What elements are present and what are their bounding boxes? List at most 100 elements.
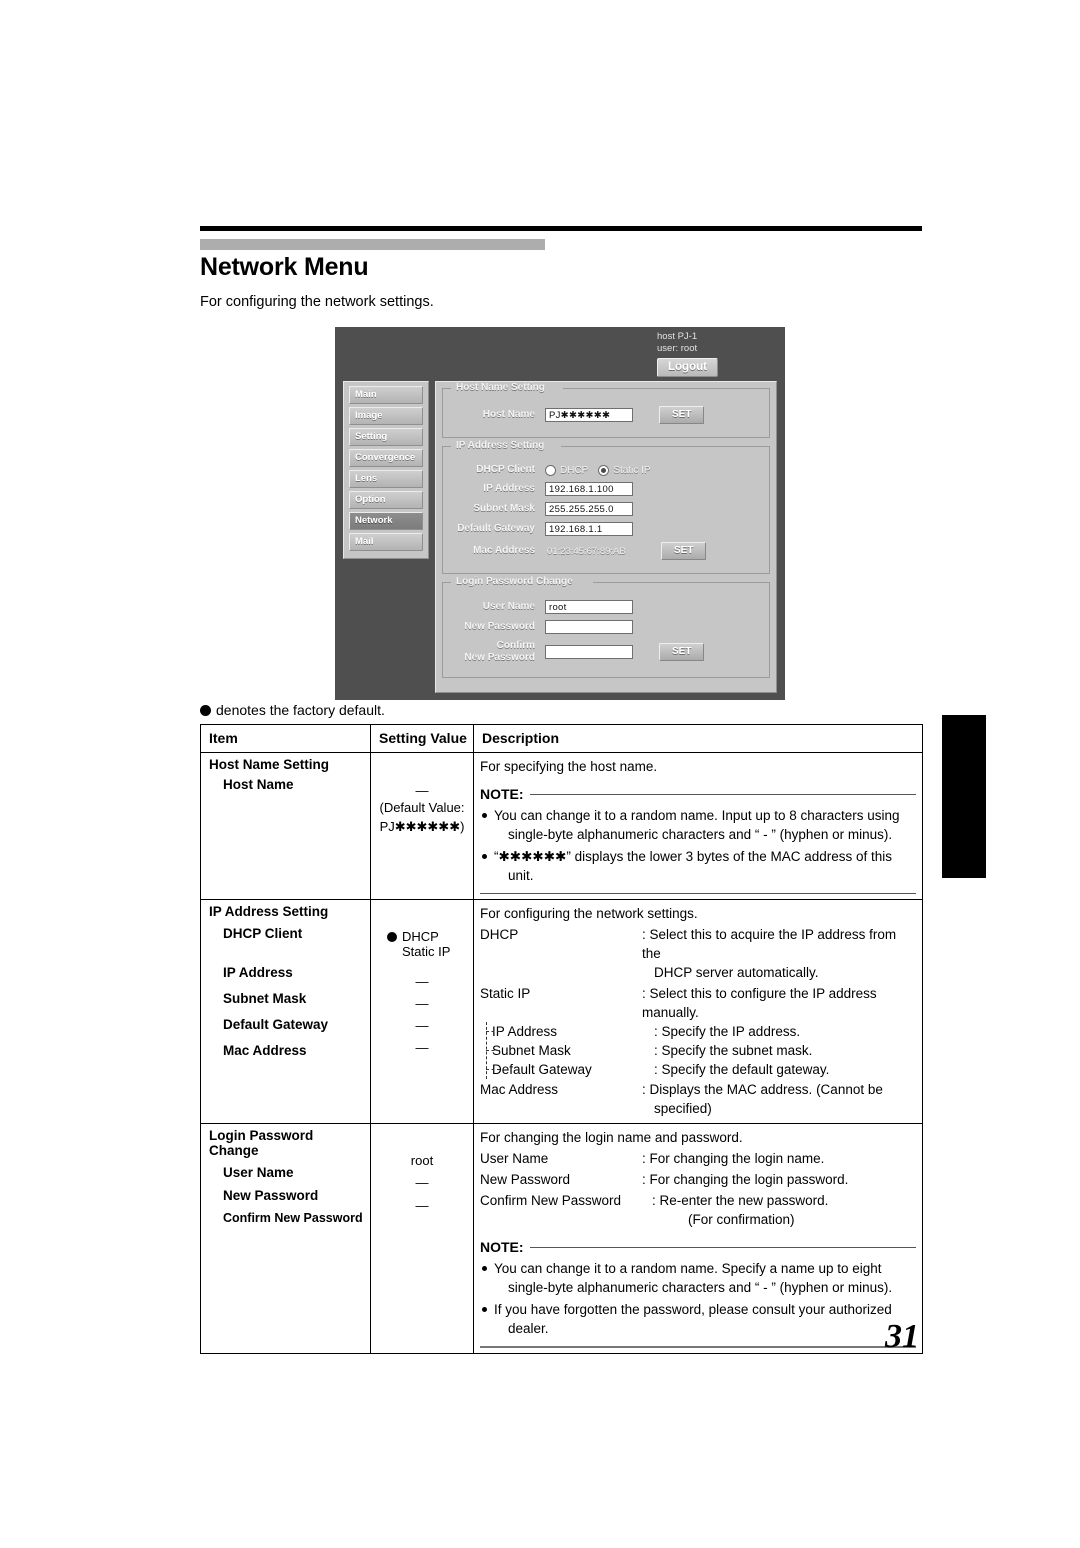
note-line-2: unit. <box>508 868 534 883</box>
cell-item-ip-address-setting: IP Address Setting DHCP Client IP Addres… <box>200 899 371 1124</box>
desc-row: Confirm New Password : Re-enter the new … <box>480 1191 916 1229</box>
subnet-mask-label: Subnet Mask <box>473 503 535 514</box>
confirm-label-line1: Confirm <box>496 640 535 651</box>
top-rule-black <box>200 226 922 231</box>
desc-term: DHCP <box>480 927 519 942</box>
web-ui-body: Main Image Setting Convergence Lens Opti… <box>335 377 785 700</box>
header-description: Description <box>473 724 923 753</box>
table-row: IP Address Setting DHCP Client IP Addres… <box>200 899 923 1124</box>
item-host-name: Host Name <box>223 777 294 792</box>
login-password-change-legend: Login Password Change <box>453 576 576 587</box>
value-dash: — <box>415 1198 429 1213</box>
dhcp-radio[interactable] <box>545 464 556 476</box>
desc-intro: For configuring the network settings. <box>480 906 698 921</box>
value-dhcp-label: DHCP <box>402 929 439 944</box>
desc-tree-group: IP Address : Specify the IP address. Sub… <box>480 1022 916 1079</box>
value-dash: — <box>415 783 429 798</box>
new-password-input[interactable] <box>545 620 633 634</box>
ip-address-input[interactable]: 192.168.1.100 <box>545 482 633 496</box>
note-rule <box>529 1246 916 1248</box>
header-item: Item <box>200 724 371 753</box>
page-title: Network Menu <box>200 253 369 281</box>
cell-desc-login-password: For changing the login name and password… <box>473 1123 923 1354</box>
sidebar-item-option[interactable]: Option <box>349 491 423 509</box>
cell-item-login-password-change: Login Password Change User Name New Pass… <box>200 1123 371 1354</box>
sidebar-item-setting[interactable]: Setting <box>349 428 423 446</box>
table-header-row: Item Setting Value Description <box>200 724 923 753</box>
sidebar-item-convergence[interactable]: Convergence <box>349 449 423 467</box>
host-name-label: Host Name <box>482 409 535 420</box>
item-subnet-mask: Subnet Mask <box>223 991 307 1006</box>
mac-address-row: Mac Address 01:23:45:67:89:AB SET <box>449 542 763 560</box>
desc-term: User Name <box>480 1151 549 1166</box>
web-ui-content-panel: Host Name Setting Host Name PJ✱✱✱✱✱✱ SET… <box>435 381 777 693</box>
sidebar-item-lens[interactable]: Lens <box>349 470 423 488</box>
note-list: You can change it to a random name. Spec… <box>480 1259 916 1338</box>
desc-row: New Password : For changing the login pa… <box>480 1170 916 1189</box>
ip-address-row: IP Address 192.168.1.100 <box>449 482 763 496</box>
desc-term: New Password <box>480 1172 571 1187</box>
desc-definition: : Select this to acquire the IP address … <box>642 925 916 982</box>
user-name-label: User Name <box>482 601 535 612</box>
sidebar-item-network[interactable]: Network <box>349 512 423 530</box>
cell-value-ip-address: DHCP Static IP — — — — <box>370 899 474 1124</box>
item-dhcp-client: DHCP Client <box>223 926 303 941</box>
confirm-new-password-input[interactable] <box>545 645 633 659</box>
note-close-rule <box>480 1346 916 1348</box>
page-intro-text: For configuring the network settings. <box>200 294 434 310</box>
value-static-ip-label: Static IP <box>402 944 451 959</box>
item-host-name-setting: Host Name Setting <box>209 757 330 772</box>
note-header: NOTE: <box>480 786 916 802</box>
desc-def-line2: specified) <box>654 1101 712 1116</box>
sidebar-item-mail[interactable]: Mail <box>349 533 423 551</box>
host-name-input[interactable]: PJ✱✱✱✱✱✱ <box>545 408 633 422</box>
confirm-new-password-row: Confirm New Password SET <box>449 640 763 664</box>
value-dash: — <box>415 1018 429 1033</box>
sidebar-item-image[interactable]: Image <box>349 407 423 425</box>
value-dash: — <box>415 996 429 1011</box>
desc-definition: : For changing the login name. <box>642 1151 825 1166</box>
mac-address-label: Mac Address <box>473 545 535 556</box>
desc-definition: : Specify the IP address. <box>654 1024 801 1039</box>
table-row: Login Password Change User Name New Pass… <box>200 1123 923 1354</box>
settings-table: Item Setting Value Description Host Name… <box>200 724 923 1354</box>
note-rule <box>529 793 916 795</box>
value-default-line2: PJ✱✱✱✱✱✱) <box>379 819 465 834</box>
desc-row: Default Gateway : Specify the default ga… <box>480 1060 916 1079</box>
user-label: user: root <box>657 343 698 354</box>
desc-term: Subnet Mask <box>480 1041 654 1060</box>
desc-intro: For changing the login name and password… <box>480 1130 743 1145</box>
desc-intro: For specifying the host name. <box>480 759 658 774</box>
login-password-set-button[interactable]: SET <box>659 643 705 661</box>
static-ip-radio[interactable] <box>598 464 610 476</box>
ip-address-set-button[interactable]: SET <box>661 542 707 560</box>
host-name-setting-legend: Host Name Setting <box>453 382 548 393</box>
default-gateway-label: Default Gateway <box>457 523 535 534</box>
subnet-mask-input[interactable]: 255.255.255.0 <box>545 502 633 516</box>
user-name-input[interactable]: root <box>545 600 633 614</box>
note-line-2: single-byte alphanumeric characters and … <box>508 1280 893 1295</box>
item-mac-address: Mac Address <box>223 1043 307 1058</box>
note-line-1: “✱✱✱✱✱✱” displays the lower 3 bytes of t… <box>494 849 893 864</box>
subnet-mask-row: Subnet Mask 255.255.255.0 <box>449 502 763 516</box>
item-user-name: User Name <box>223 1165 294 1180</box>
factory-default-note-text: denotes the factory default. <box>216 702 385 718</box>
host-label: host PJ-1 <box>657 331 698 342</box>
desc-term: IP Address <box>480 1022 654 1041</box>
default-gateway-input[interactable]: 192.168.1.1 <box>545 522 633 536</box>
item-confirm-new-password: Confirm New Password <box>223 1211 363 1225</box>
sidebar-item-main[interactable]: Main <box>349 386 423 404</box>
chapter-side-tab <box>942 715 986 878</box>
ip-address-setting-group: IP Address Setting DHCP Client DHCP Stat… <box>442 440 770 574</box>
logout-button[interactable]: Logout <box>657 358 718 377</box>
note-item: You can change it to a random name. Inpu… <box>480 806 916 844</box>
value-dash: — <box>415 1175 429 1190</box>
item-new-password: New Password <box>223 1188 319 1203</box>
note-block: NOTE: You can change it to a random name… <box>480 1239 916 1348</box>
desc-def-line2: DHCP server automatically. <box>654 965 819 980</box>
title-accent-bar <box>200 239 545 250</box>
desc-definition: : Specify the subnet mask. <box>654 1043 813 1058</box>
note-line-2: dealer. <box>508 1321 549 1336</box>
page-number: 31 <box>885 1318 919 1355</box>
host-name-set-button[interactable]: SET <box>659 406 705 424</box>
